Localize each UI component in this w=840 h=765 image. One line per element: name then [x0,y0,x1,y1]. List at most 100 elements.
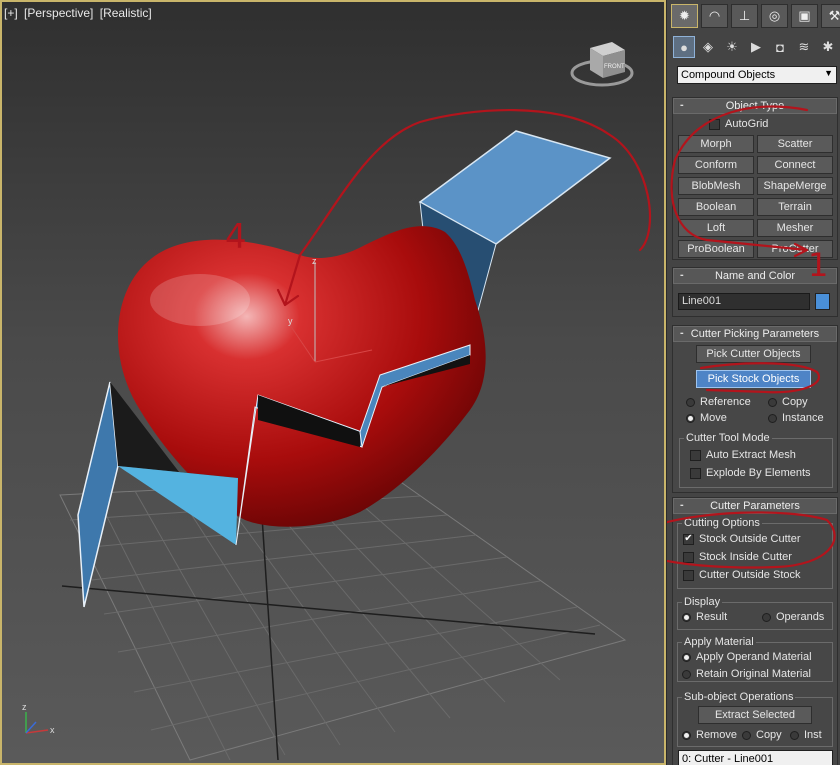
autogrid-checkbox[interactable]: AutoGrid [709,118,768,130]
viewport-label[interactable]: [+] [Perspective] [Realistic] [4,6,155,20]
instance-radio-dot [768,413,777,423]
copy-op-label: Copy [756,729,782,741]
name-color-rollout: - Name and Color Line001 [672,267,838,317]
proboolean-button[interactable]: ProBoolean [678,240,754,258]
object-type-title: Object Type [725,100,785,112]
extract-selected-button[interactable]: Extract Selected [698,706,812,724]
display-title: Display [682,596,723,608]
cutter-outside-stock-checkbox[interactable]: Cutter Outside Stock [683,569,801,581]
inst-radio-dot [790,730,799,740]
hierarchy-tab[interactable]: ⊥ [731,4,758,28]
blobmesh-button[interactable]: BlobMesh [678,177,754,195]
cutter-outside-box [683,569,694,581]
object-type-rollout: - Object Type AutoGrid Morph Scatter Con… [672,97,838,260]
pick-stock-objects-button[interactable]: Pick Stock Objects [696,370,811,388]
object-color-swatch[interactable] [815,293,830,310]
cutter-outside-label: Cutter Outside Stock [699,569,801,581]
inst-radio[interactable]: Inst [790,729,822,741]
motion-icon: ◎ [768,8,781,23]
terrain-button[interactable]: Terrain [757,198,833,216]
scene-canvas[interactable]: z y z x FRONT [0,0,666,765]
stock-inside-cutter-checkbox[interactable]: Stock Inside Cutter [683,551,792,563]
reference-label: Reference [700,396,751,408]
stock-outside-box: ✔ [683,533,694,545]
helper-icon: ◘ [776,39,784,55]
ground-grid [59,477,627,761]
autogrid-box [709,118,720,130]
stock-inside-box [683,551,694,563]
perspective-viewport[interactable]: z y z x FRONT [+] [Perspective] [Realist… [0,0,666,765]
display-group: Display Result Operands [677,596,833,630]
apply-operand-material-radio[interactable]: Apply Operand Material [682,651,812,663]
retain-original-material-radio[interactable]: Retain Original Material [682,668,811,680]
cutter-parameters-header[interactable]: - Cutter Parameters [673,498,837,514]
explode-label: Explode By Elements [706,467,811,479]
systems-category[interactable]: ✱ [817,36,839,58]
subobject-operations-group: Sub-object Operations Extract Selected R… [677,691,833,747]
boolean-button[interactable]: Boolean [678,198,754,216]
tripod-label-x: x [50,725,55,735]
cutting-options-group: Cutting Options ✔ Stock Outside Cutter S… [677,517,833,589]
remove-radio-dot [682,730,691,740]
camera-icon: ▶ [751,39,761,54]
name-color-header[interactable]: - Name and Color [673,268,837,284]
sphere-icon: ● [680,39,688,55]
modify-tab[interactable]: ◠ [701,4,728,28]
copy-radio[interactable]: Copy [768,396,808,408]
loft-button[interactable]: Loft [678,219,754,237]
command-panel-tabs: ✹ ◠ ⊥ ◎ ▣ ⚒ [671,4,840,30]
motion-tab[interactable]: ◎ [761,4,788,28]
object-type-header[interactable]: - Object Type [673,98,837,114]
cutter-tool-mode-title: Cutter Tool Mode [684,432,772,444]
cutter-picking-header[interactable]: - Cutter Picking Parameters [673,326,837,342]
stock-outside-cutter-checkbox[interactable]: ✔ Stock Outside Cutter [683,533,801,545]
mesher-button[interactable]: Mesher [757,219,833,237]
copy-radio-dot [768,397,777,407]
category-dropdown[interactable]: Compound Objects ▼ [677,66,837,84]
copy-op-radio[interactable]: Copy [742,729,782,741]
operand-list[interactable]: 0: Cutter - Line001 [678,750,833,765]
explode-box [690,467,701,479]
remove-radio[interactable]: Remove [682,729,737,741]
connect-button[interactable]: Connect [757,156,833,174]
light-icon: ☀ [726,39,738,54]
viewport-menu-plus[interactable]: [+] [4,6,18,20]
viewcube[interactable]: FRONT [570,42,634,87]
operands-label: Operands [776,611,825,623]
display-tab[interactable]: ▣ [791,4,818,28]
retain-original-label: Retain Original Material [696,668,811,680]
scatter-button[interactable]: Scatter [757,135,833,153]
auto-extract-mesh-checkbox[interactable]: Auto Extract Mesh [690,449,796,461]
category-dropdown-value: Compound Objects [681,69,776,81]
helpers-category[interactable]: ◘ [769,36,791,58]
retain-original-dot [682,669,691,679]
shapemerge-button[interactable]: ShapeMerge [757,177,833,195]
create-tab[interactable]: ✹ [671,4,698,28]
collapse-icon: - [680,499,684,511]
reference-radio[interactable]: Reference [686,396,751,408]
operands-radio[interactable]: Operands [762,611,824,623]
move-radio[interactable]: Move [686,412,727,424]
viewport-menu-perspective[interactable]: [Perspective] [24,6,93,20]
spacewarps-category[interactable]: ≋ [793,36,815,58]
stock-outside-label: Stock Outside Cutter [699,533,801,545]
geometry-category[interactable]: ● [673,36,695,58]
result-radio[interactable]: Result [682,611,727,623]
viewcube-front-label: FRONT [604,64,625,70]
procutter-button[interactable]: ProCutter [757,240,833,258]
cameras-category[interactable]: ▶ [745,36,767,58]
explode-by-elements-checkbox[interactable]: Explode By Elements [690,467,811,479]
pick-cutter-objects-button[interactable]: Pick Cutter Objects [696,345,811,363]
copy-op-radio-dot [742,730,751,740]
cutter-picking-title: Cutter Picking Parameters [690,328,820,340]
lights-category[interactable]: ☀ [721,36,743,58]
conform-button[interactable]: Conform [678,156,754,174]
viewport-menu-shading[interactable]: [Realistic] [100,6,152,20]
utilities-tab[interactable]: ⚒ [821,4,840,28]
cutter-picking-rollout: - Cutter Picking Parameters Pick Cutter … [672,325,838,493]
cutting-options-title: Cutting Options [682,517,762,529]
object-name-field[interactable]: Line001 [678,293,810,310]
instance-radio[interactable]: Instance [768,412,824,424]
shapes-category[interactable]: ◈ [697,36,719,58]
morph-button[interactable]: Morph [678,135,754,153]
